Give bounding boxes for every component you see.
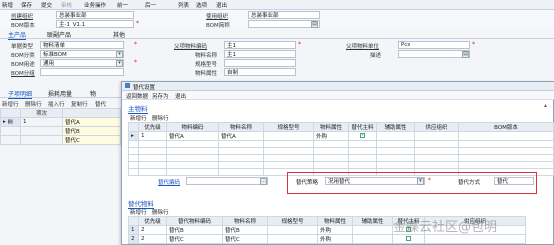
toolbar-save[interactable]: 保存 [21, 1, 32, 9]
app-icon [125, 83, 130, 88]
bom-group-label[interactable]: BOM分组 [11, 69, 35, 77]
main-delete-row-button[interactable]: 删除行 [152, 114, 169, 122]
alt-add-row-button[interactable]: 新增行 [130, 208, 147, 216]
collapse-icon[interactable]: ▴ [544, 102, 547, 109]
parent-unit-field[interactable] [398, 41, 470, 49]
alt-delete-row-button[interactable]: 删除行 [152, 208, 169, 216]
toolbar-list[interactable]: 列表 [178, 1, 189, 9]
bom-short-label: BOM简称 [206, 23, 230, 29]
create-org-label[interactable]: 创建组织 [11, 12, 33, 20]
description-field[interactable] [398, 50, 470, 58]
bom-category-field[interactable] [40, 50, 124, 58]
bom-group-field[interactable] [40, 68, 124, 76]
doc-type-label: 单据类型 [11, 44, 34, 50]
watermark: 金蝶云社区@包明 [393, 220, 498, 235]
toolbar-exit[interactable]: 退出 [216, 1, 227, 9]
language-icon[interactable]: ▤ [462, 51, 469, 58]
bom-version-field[interactable] [56, 20, 134, 28]
substitute-code-field[interactable] [186, 177, 268, 185]
dialog-titlebar: 替代设置 [122, 82, 554, 91]
substitute-code-label[interactable]: 替代编码 [158, 178, 180, 186]
main-add-row-button[interactable]: 新增行 [130, 114, 147, 122]
sub-copy-row-button[interactable]: 复制行 [71, 100, 88, 108]
spec-label: 规格型号 [195, 62, 218, 68]
toolbar-submit[interactable]: 提交 [41, 1, 52, 9]
bom-use-label: BOM用途 [11, 62, 35, 68]
bom-use-field[interactable] [40, 59, 124, 67]
create-org-field[interactable] [56, 11, 134, 19]
highlight-box [287, 172, 537, 194]
chevron-down-icon[interactable]: ▾ [116, 60, 123, 67]
main-material-section-title: 主物料 [128, 105, 148, 114]
lookup-icon[interactable]: … [260, 178, 267, 185]
sub-insert-row-button[interactable]: 插入行 [48, 100, 65, 108]
dialog-title: 替代设置 [133, 85, 156, 91]
parent-unit-label[interactable]: 父项物料单位 [346, 42, 379, 50]
toolbar-audit[interactable]: 审核 [61, 1, 72, 9]
toolbar-business[interactable]: 业务操作 [84, 1, 106, 9]
dialog-toolbar: 返回数据 另存为 退出 [122, 91, 554, 100]
toolbar-options[interactable]: 选项 [196, 1, 207, 9]
save-as-button[interactable]: 另存为 [152, 92, 169, 100]
description-label: 描述 [370, 53, 382, 59]
sub-add-row-button[interactable]: 新增行 [2, 100, 19, 108]
table-row[interactable]: 替代B [0, 126, 121, 136]
parent-material-code-field[interactable] [224, 41, 296, 49]
return-data-button[interactable]: 返回数据 [126, 92, 148, 100]
spec-field[interactable] [224, 59, 296, 67]
material-attr-label: 物料属性 [195, 71, 218, 77]
bom-short-field[interactable] [248, 20, 320, 28]
sub-cut-row-button[interactable]: 替代 [95, 100, 106, 108]
use-org-field[interactable] [248, 11, 320, 19]
toolbar-next[interactable]: 后一 [145, 1, 156, 9]
main-toolbar: 新增 保存 提交 审核 业务操作 前一 后一 列表 选项 退出 [0, 0, 554, 10]
language-icon[interactable]: ▤ [311, 21, 318, 28]
alt-material-checkbox[interactable] [406, 235, 411, 241]
toolbar-prev[interactable]: 前一 [117, 1, 128, 9]
exit-button[interactable]: 退出 [175, 92, 186, 100]
sub-items-table: 项次 ▸ ▤ 1 替代A 替代B 替代C [0, 108, 121, 145]
col-sub-code [62, 108, 121, 118]
doc-type-field[interactable] [40, 41, 124, 49]
material-name-label: 物料名称 [195, 53, 218, 59]
table-row[interactable]: ▸ ▤ 1 替代A [0, 117, 121, 127]
col-no: 项次 [20, 108, 63, 118]
bom-version-label: BOM版本 [11, 23, 35, 29]
sub-delete-row-button[interactable]: 删除行 [25, 100, 42, 108]
main-material-table: 优先级 物料编码 物料名称 规格型号 物料属性 替代主料 辅助属性 供应组织 B… [128, 122, 554, 176]
chevron-down-icon[interactable]: ▾ [116, 51, 123, 58]
material-name-field[interactable] [224, 50, 296, 58]
toolbar-new[interactable]: 新增 [2, 1, 13, 9]
use-org-label[interactable]: 使用组织 [206, 12, 228, 20]
table-row[interactable]: 2 2 替代C 替代C 外购 [128, 234, 526, 244]
parent-material-code-label[interactable]: 父项物料编码 [174, 42, 207, 50]
material-attr-field[interactable] [224, 68, 296, 76]
table-row[interactable]: 替代C [0, 135, 121, 145]
main-material-checkbox[interactable] [360, 132, 365, 138]
header-form: 创建组织 BOM版本 * 使用组织 BOM简称 ▤ [0, 10, 554, 29]
bom-category-label: BOM分类 [11, 53, 35, 59]
table-row[interactable]: ▸ 1 替代A 替代A 外购 [128, 131, 554, 141]
